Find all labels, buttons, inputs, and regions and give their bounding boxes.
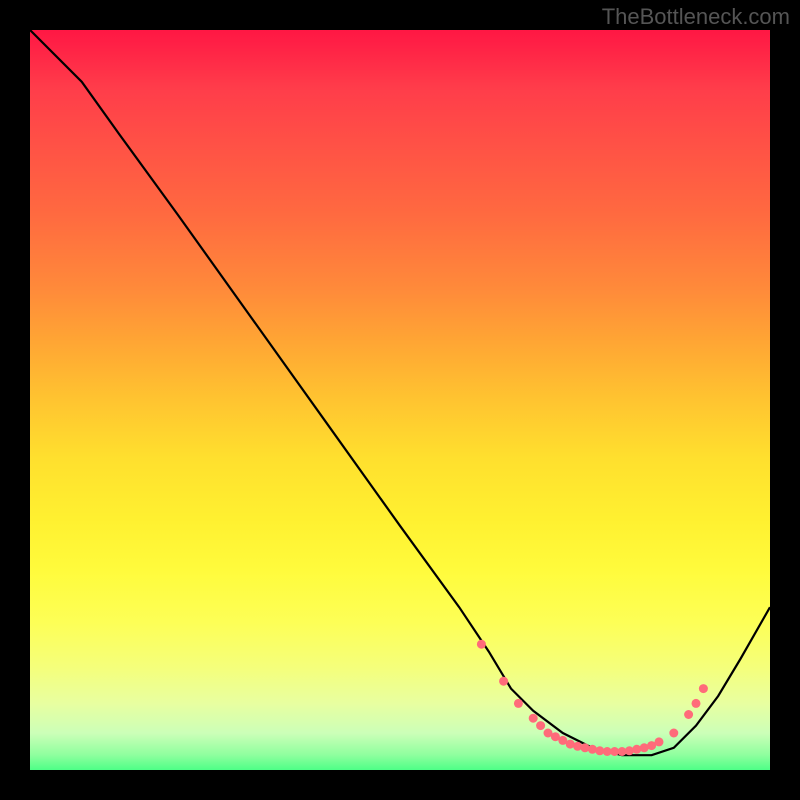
bottleneck-curve-line: [30, 30, 770, 755]
chart-plot-area: [30, 30, 770, 770]
highlight-dot: [514, 699, 523, 708]
highlight-dot: [692, 699, 701, 708]
highlight-dot: [477, 640, 486, 649]
highlight-dot: [684, 710, 693, 719]
chart-svg: [30, 30, 770, 770]
highlight-dot: [588, 745, 597, 754]
highlight-dot: [529, 714, 538, 723]
highlight-dot: [499, 677, 508, 686]
watermark-text: TheBottleneck.com: [602, 4, 790, 30]
highlight-dot: [669, 729, 678, 738]
highlight-dot: [581, 743, 590, 752]
highlight-dot: [536, 721, 545, 730]
highlight-dot: [625, 746, 634, 755]
highlight-dot: [655, 737, 664, 746]
highlight-dot: [699, 684, 708, 693]
curve-group: [30, 30, 770, 755]
highlight-dot: [632, 745, 641, 754]
highlight-dot: [573, 742, 582, 751]
highlight-markers: [477, 640, 708, 756]
